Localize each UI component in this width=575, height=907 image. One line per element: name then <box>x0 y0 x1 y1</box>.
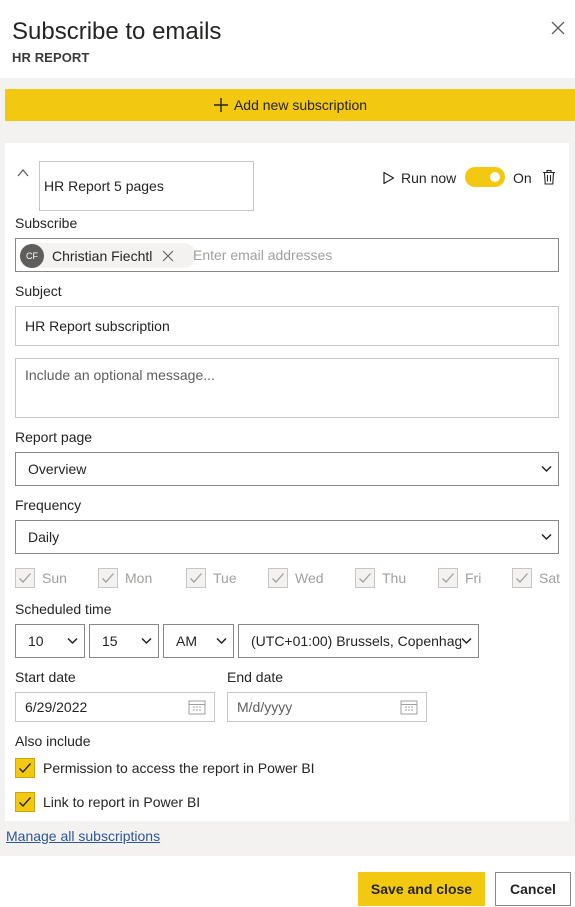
hour-value: 10 <box>28 633 44 649</box>
subject-label: Subject <box>15 283 62 299</box>
add-subscription-button[interactable]: Add new subscription <box>5 89 575 121</box>
recipient-chip: CF Christian Fiechtl <box>20 243 196 268</box>
checkmark-icon <box>19 573 31 583</box>
checkmark-icon <box>190 573 202 583</box>
day-checkbox-fri[interactable]: Fri <box>438 567 481 589</box>
subscribe-label: Subscribe <box>15 215 78 231</box>
day-label: Mon <box>125 570 153 586</box>
save-button[interactable]: Save and close <box>358 872 485 906</box>
timezone-select[interactable]: (UTC+01:00) Brussels, Copenhagen <box>238 624 479 658</box>
permission-checkbox[interactable]: Permission to access the report in Power… <box>15 758 315 778</box>
link-label: Link to report in Power BI <box>43 794 201 810</box>
frequency-value: Daily <box>28 529 60 545</box>
checkmark-icon <box>19 763 32 774</box>
checkbox <box>512 568 532 588</box>
start-date-value: 6/29/2022 <box>25 699 88 715</box>
chevron-down-icon <box>141 637 152 645</box>
hour-select[interactable]: 10 <box>15 624 85 658</box>
recipients-field[interactable]: CF Christian Fiechtl <box>15 238 559 272</box>
add-subscription-label: Add new subscription <box>233 97 368 113</box>
checkmark-icon <box>359 573 371 583</box>
end-date-placeholder: M/d/yyyy <box>237 699 293 715</box>
dialog-title: Subscribe to emails <box>12 18 222 45</box>
end-date-input[interactable]: M/d/yyyy <box>227 692 427 722</box>
close-icon[interactable] <box>549 19 567 37</box>
report-page-select[interactable]: Overview <box>15 452 559 486</box>
day-checkbox-sat[interactable]: Sat <box>512 567 560 589</box>
checkmark-icon <box>516 573 528 583</box>
plus-icon <box>213 98 228 112</box>
subject-input[interactable] <box>15 306 559 346</box>
message-textarea[interactable] <box>15 358 559 418</box>
report-page-value: Overview <box>28 461 87 477</box>
day-label: Tue <box>213 570 237 586</box>
run-now-button[interactable]: Run now <box>382 169 456 187</box>
report-name: HR REPORT <box>12 50 90 65</box>
chevron-down-icon <box>541 533 552 541</box>
chevron-down-icon <box>541 465 552 473</box>
subscription-toggle[interactable] <box>465 167 505 187</box>
ampm-value: AM <box>176 633 197 649</box>
day-checkbox-sun[interactable]: Sun <box>15 567 67 589</box>
minute-select[interactable]: 15 <box>89 624 159 658</box>
chevron-up-icon[interactable] <box>16 166 30 180</box>
chevron-down-icon <box>461 637 472 645</box>
email-input[interactable] <box>193 240 553 270</box>
permission-label: Permission to access the report in Power… <box>43 760 315 776</box>
checkbox <box>15 792 35 812</box>
checkbox <box>98 568 118 588</box>
manage-subscriptions-link[interactable]: Manage all subscriptions <box>6 828 160 844</box>
toggle-label: On <box>513 170 532 186</box>
day-label: Fri <box>465 570 482 586</box>
day-label: Thu <box>382 570 407 586</box>
also-include-label: Also include <box>15 733 91 749</box>
checkmark-icon <box>442 573 454 583</box>
dialog-header: Subscribe to emails HR REPORT <box>0 0 575 78</box>
checkbox <box>15 568 35 588</box>
checkmark-icon <box>19 797 32 808</box>
day-label: Sun <box>42 570 67 586</box>
run-now-label: Run now <box>401 170 457 186</box>
day-checkbox-tue[interactable]: Tue <box>186 567 237 589</box>
day-checkbox-mon[interactable]: Mon <box>98 567 152 589</box>
link-checkbox[interactable]: Link to report in Power BI <box>15 792 200 812</box>
start-date-label: Start date <box>15 669 76 685</box>
checkbox <box>268 568 288 588</box>
start-date-input[interactable]: 6/29/2022 <box>15 692 215 722</box>
day-checkbox-wed[interactable]: Wed <box>268 567 324 589</box>
checkbox <box>438 568 458 588</box>
day-label: Wed <box>295 570 324 586</box>
checkbox <box>355 568 375 588</box>
frequency-label: Frequency <box>15 497 82 513</box>
subscription-name-input[interactable] <box>39 161 254 211</box>
minute-value: 15 <box>102 633 118 649</box>
timezone-value: (UTC+01:00) Brussels, Copenhagen <box>251 633 463 649</box>
calendar-icon[interactable] <box>400 699 418 715</box>
calendar-icon[interactable] <box>188 699 206 715</box>
avatar: CF <box>20 243 44 268</box>
recipient-name: Christian Fiechtl <box>52 247 153 264</box>
scheduled-time-label: Scheduled time <box>15 601 112 617</box>
toggle-knob <box>490 172 500 182</box>
checkbox <box>15 758 35 778</box>
day-checkbox-thu[interactable]: Thu <box>355 567 406 589</box>
remove-recipient-icon[interactable] <box>162 250 174 262</box>
frequency-select[interactable]: Daily <box>15 520 559 554</box>
chevron-down-icon <box>216 637 227 645</box>
checkmark-icon <box>272 573 284 583</box>
trash-icon[interactable] <box>542 169 556 185</box>
day-label: Sat <box>539 570 561 586</box>
ampm-select[interactable]: AM <box>163 624 234 658</box>
report-page-label: Report page <box>15 429 93 445</box>
dialog-footer <box>0 856 575 907</box>
chevron-down-icon <box>67 637 78 645</box>
checkbox <box>186 568 206 588</box>
checkmark-icon <box>102 573 114 583</box>
play-icon <box>383 171 395 185</box>
end-date-label: End date <box>227 669 284 685</box>
cancel-button[interactable]: Cancel <box>495 872 571 906</box>
